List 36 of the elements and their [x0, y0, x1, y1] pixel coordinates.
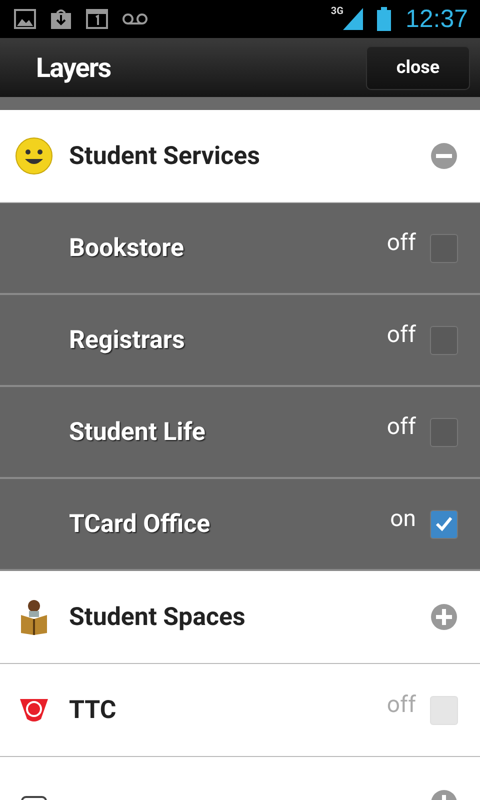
sublayer-row[interactable]: Bookstore off	[0, 203, 480, 295]
network-type: 3G	[330, 6, 344, 17]
sublayer-label: TCard Office	[69, 510, 212, 538]
state-label: off	[386, 320, 416, 348]
checkbox[interactable]	[430, 326, 458, 354]
checkbox[interactable]	[430, 418, 458, 446]
calendar-icon	[86, 9, 108, 29]
state-label: off	[386, 228, 416, 256]
checkbox[interactable]	[430, 510, 458, 538]
image-icon	[14, 9, 36, 29]
expand-icon[interactable]	[430, 603, 458, 631]
layer-label: Student Spaces	[69, 602, 246, 632]
sublayer-row[interactable]: Student Life off	[0, 387, 480, 479]
smiley-icon	[15, 137, 53, 175]
reader-icon	[20, 599, 48, 635]
layer-label: Student Services	[69, 142, 262, 170]
layer-label: TTC	[69, 696, 118, 724]
check-icon	[435, 516, 453, 532]
sublayer-label: Registrars	[69, 326, 186, 354]
sublayer-label: Bookstore	[69, 234, 186, 262]
voicemail-icon	[122, 13, 148, 25]
download-icon	[50, 8, 72, 30]
close-button[interactable]: close	[366, 46, 470, 90]
checkbox[interactable]	[430, 234, 458, 262]
signal-icon	[343, 8, 364, 30]
screen-title: Layers	[36, 52, 112, 84]
state-label: off	[386, 690, 416, 718]
state-label: off	[386, 412, 416, 440]
collapse-icon[interactable]	[430, 142, 458, 170]
sublayer-row[interactable]: TCard Office on	[0, 479, 480, 571]
battery-icon	[377, 7, 392, 31]
state-label: on	[390, 504, 416, 532]
shield-icon	[19, 697, 49, 723]
sublayer-row[interactable]: Registrars off	[0, 295, 480, 387]
sublayer-label: Student Life	[69, 418, 206, 446]
clock: 12:37	[405, 4, 468, 34]
